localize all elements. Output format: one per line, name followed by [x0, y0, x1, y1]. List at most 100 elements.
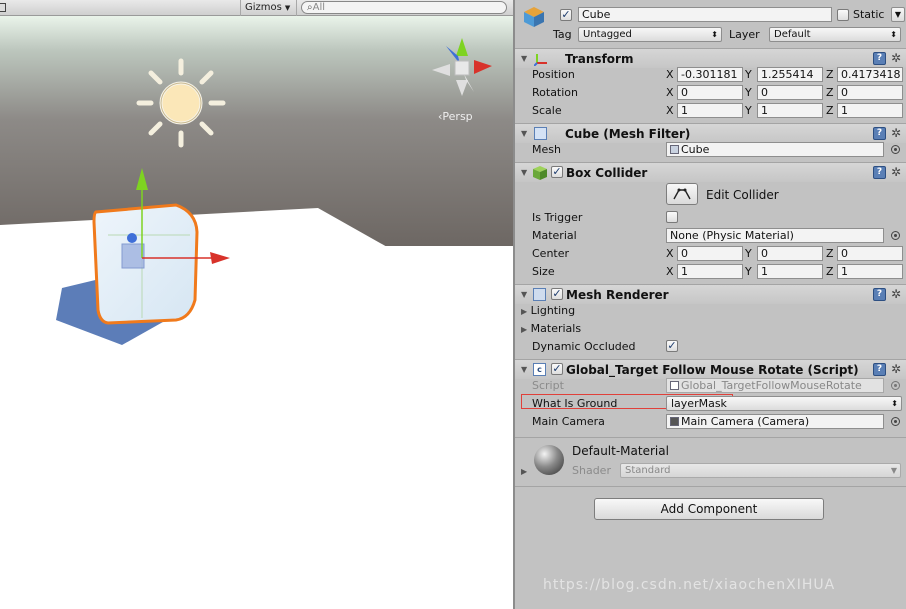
rotation-y-field[interactable]: 0 [757, 85, 823, 100]
active-checkbox[interactable]: ✓ [560, 9, 572, 21]
object-picker-icon [891, 381, 900, 390]
object-picker-icon[interactable] [891, 145, 900, 154]
help-book-icon[interactable]: ? [873, 127, 886, 140]
gear-icon[interactable]: ✲ [891, 52, 901, 64]
main-camera-field[interactable]: Main Camera (Camera) [666, 414, 884, 429]
lighting-foldout[interactable]: ▶ Lighting [521, 304, 575, 317]
foldout-arrow-icon[interactable]: ▶ [521, 467, 527, 476]
mesh-renderer-enabled-checkbox[interactable]: ✓ [551, 288, 563, 300]
directional-light-icon [136, 58, 226, 148]
scene-canvas[interactable] [0, 16, 513, 609]
mesh-filter-title: Cube (Mesh Filter) [565, 127, 691, 141]
scale-z-field[interactable]: 1 [837, 103, 903, 118]
dynamic-occluded-checkbox[interactable]: ✓ [666, 340, 678, 352]
mesh-filter-icon [534, 127, 547, 140]
help-book-icon[interactable]: ? [873, 288, 886, 301]
rotation-z-field[interactable]: 0 [837, 85, 903, 100]
foldout-arrow-icon[interactable]: ▼ [521, 365, 527, 374]
chevron-down-icon: ▼ [894, 10, 901, 19]
mesh-renderer-icon [533, 288, 546, 301]
foldout-arrow-icon[interactable]: ▼ [521, 168, 527, 177]
shader-value: Standard [625, 465, 671, 476]
axis-y-label: Y [745, 265, 752, 278]
object-picker-icon[interactable] [891, 417, 900, 426]
script-header[interactable]: ▼ c ✓ Global_Target Follow Mouse Rotate … [515, 359, 906, 379]
size-label: Size [532, 265, 555, 278]
foldout-arrow-icon[interactable]: ▼ [521, 54, 527, 63]
script-icon [670, 381, 679, 390]
box-collider-header[interactable]: ▼ ✓ Box Collider ? ✲ [515, 162, 906, 182]
foldout-arrow-icon[interactable]: ▼ [521, 129, 527, 138]
box-collider-enabled-checkbox[interactable]: ✓ [551, 166, 563, 178]
material-name: Default-Material [572, 444, 669, 458]
rotation-label: Rotation [532, 86, 579, 99]
static-checkbox[interactable] [837, 9, 849, 21]
size-x-field[interactable]: 1 [677, 264, 743, 279]
scale-y-field[interactable]: 1 [757, 103, 823, 118]
axis-y-label: Y [745, 247, 752, 260]
edit-collider-icon [673, 188, 691, 200]
material-label: Material [532, 229, 577, 242]
foldout-arrow-icon: ▶ [521, 307, 528, 316]
script-enabled-checkbox[interactable]: ✓ [551, 363, 563, 375]
add-component-button[interactable]: Add Component [594, 498, 824, 520]
script-title: Global_Target Follow Mouse Rotate (Scrip… [566, 363, 859, 377]
gear-icon[interactable]: ✲ [891, 166, 901, 178]
tag-dropdown[interactable]: Untagged ⬍ [578, 27, 722, 42]
tag-value: Untagged [583, 29, 632, 40]
mesh-filter-header[interactable]: ▼ Cube (Mesh Filter) ? ✲ [515, 123, 906, 143]
edit-collider-button[interactable] [666, 183, 698, 205]
size-y-field[interactable]: 1 [757, 264, 823, 279]
dynamic-occluded-label: Dynamic Occluded [532, 340, 636, 353]
axis-z-label: Z [826, 247, 834, 260]
gizmos-dropdown[interactable]: Gizmos ▼ [240, 0, 298, 16]
mesh-field[interactable]: Cube [666, 142, 884, 157]
position-y-field[interactable]: 1.255414 [757, 67, 823, 82]
object-picker-icon[interactable] [891, 231, 900, 240]
help-book-icon[interactable]: ? [873, 166, 886, 179]
help-book-icon[interactable]: ? [873, 363, 886, 376]
axis-y-label: Y [745, 68, 752, 81]
transform-title: Transform [565, 52, 634, 66]
scene-toolbar: Gizmos ▼ ⌕All [0, 0, 513, 16]
foldout-arrow-icon: ▶ [521, 325, 528, 334]
scale-label: Scale [532, 104, 562, 117]
scene-view[interactable]: Gizmos ▼ ⌕All ‹Persp [0, 0, 513, 609]
search-placeholder: All [312, 2, 326, 13]
gear-icon[interactable]: ✲ [891, 363, 901, 375]
center-x-field[interactable]: 0 [677, 246, 743, 261]
scene-search-input[interactable]: ⌕All [301, 1, 507, 14]
center-y-field[interactable]: 0 [757, 246, 823, 261]
center-z-field[interactable]: 0 [837, 246, 903, 261]
rotation-x-field[interactable]: 0 [677, 85, 743, 100]
size-z-field[interactable]: 1 [837, 264, 903, 279]
mesh-icon [670, 145, 679, 154]
object-name-field[interactable]: Cube [578, 7, 832, 22]
material-field[interactable]: None (Physic Material) [666, 228, 884, 243]
help-book-icon[interactable]: ? [873, 52, 886, 65]
mesh-renderer-header[interactable]: ▼ ✓ Mesh Renderer ? ✲ [515, 284, 906, 304]
transform-header[interactable]: ▼ Transform ? ✲ [515, 48, 906, 68]
maximize-icon[interactable] [0, 3, 6, 12]
projection-label[interactable]: ‹Persp [438, 110, 473, 123]
edit-collider-label: Edit Collider [706, 188, 779, 202]
gear-icon[interactable]: ✲ [891, 288, 901, 300]
foldout-arrow-icon[interactable]: ▼ [521, 290, 527, 299]
script-field: Global_TargetFollowMouseRotate [666, 378, 884, 393]
gear-icon[interactable]: ✲ [891, 127, 901, 139]
is-trigger-checkbox[interactable] [666, 211, 678, 223]
what-is-ground-dropdown[interactable]: layerMask ⬍ [666, 396, 902, 411]
transform-icon [533, 52, 548, 69]
scale-x-field[interactable]: 1 [677, 103, 743, 118]
static-dropdown[interactable]: ▼ [891, 7, 905, 22]
material-preview-sphere-icon [534, 445, 564, 475]
shader-dropdown[interactable]: Standard ▼ [620, 463, 901, 478]
z-axis-handle [127, 233, 137, 243]
position-x-field[interactable]: -0.301181 [677, 67, 743, 82]
camera-icon [670, 417, 679, 426]
shader-label: Shader [572, 464, 611, 477]
position-z-field[interactable]: 0.4173418 [837, 67, 903, 82]
layer-dropdown[interactable]: Default ⬍ [769, 27, 901, 42]
materials-foldout[interactable]: ▶ Materials [521, 322, 581, 335]
script-label: Script [532, 379, 564, 392]
